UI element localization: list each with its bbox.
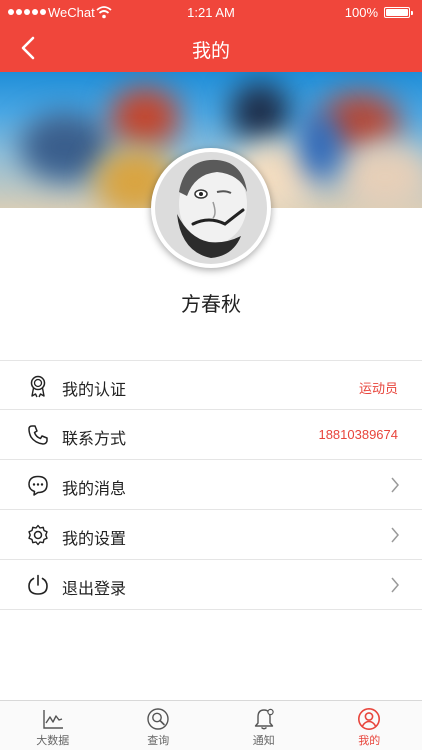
menu-item-label: 我的设置 — [62, 529, 127, 548]
menu-item-label: 联系方式 — [62, 429, 127, 448]
profile-menu: 我的认证 运动员 联系方式 18810389674 我的消息 我的设置 退出登录 — [0, 360, 422, 610]
page-title: 我的 — [191, 40, 230, 62]
message-icon — [28, 475, 48, 496]
chart-icon — [43, 710, 63, 729]
menu-item-label: 退出登录 — [62, 579, 127, 598]
tab-label: 通知 — [252, 734, 275, 747]
menu-item-messages[interactable]: 我的消息 — [0, 460, 422, 510]
phone-icon — [28, 425, 48, 445]
chevron-right-icon — [391, 477, 399, 493]
user-name: 方春秋 — [181, 292, 241, 316]
menu-item-label: 我的认证 — [62, 380, 127, 399]
menu-item-logout[interactable]: 退出登录 — [0, 560, 422, 610]
tab-label: 查询 — [147, 734, 170, 747]
chevron-right-icon — [391, 577, 399, 593]
menu-item-contact[interactable]: 联系方式 18810389674 — [0, 410, 422, 460]
gear-icon — [28, 524, 48, 546]
avatar-image — [155, 152, 267, 264]
status-bar: WeChat 1:21 AM 100% — [0, 0, 422, 26]
tab-notifications[interactable]: 通知 — [211, 701, 317, 750]
power-icon — [28, 574, 48, 595]
battery-percent: 100% — [344, 5, 378, 20]
certification-value: 运动员 — [358, 381, 398, 396]
phone-number: 18810389674 — [318, 427, 398, 442]
profile-screen: WeChat 1:21 AM 100% 我的 方春秋 我的认证 运动员 联系方式… — [0, 0, 422, 750]
menu-item-settings[interactable]: 我的设置 — [0, 510, 422, 560]
tab-mine[interactable]: 我的 — [317, 701, 422, 750]
menu-item-certification[interactable]: 我的认证 运动员 — [0, 360, 422, 410]
tab-label: 大数据 — [36, 734, 70, 747]
header: WeChat 1:21 AM 100% 我的 — [0, 0, 422, 72]
menu-item-label: 我的消息 — [62, 479, 127, 498]
tab-label: 我的 — [358, 734, 381, 747]
tab-query[interactable]: 查询 — [106, 701, 212, 750]
tab-big-data[interactable]: 大数据 — [0, 701, 106, 750]
certificate-icon — [30, 375, 46, 398]
avatar[interactable] — [151, 148, 271, 268]
tab-bar: 大数据 查询 通知 我的 — [0, 700, 422, 750]
user-icon — [358, 708, 381, 730]
battery-icon — [384, 7, 413, 18]
chevron-right-icon — [391, 527, 399, 543]
bell-icon — [254, 708, 274, 730]
search-icon — [147, 708, 169, 730]
